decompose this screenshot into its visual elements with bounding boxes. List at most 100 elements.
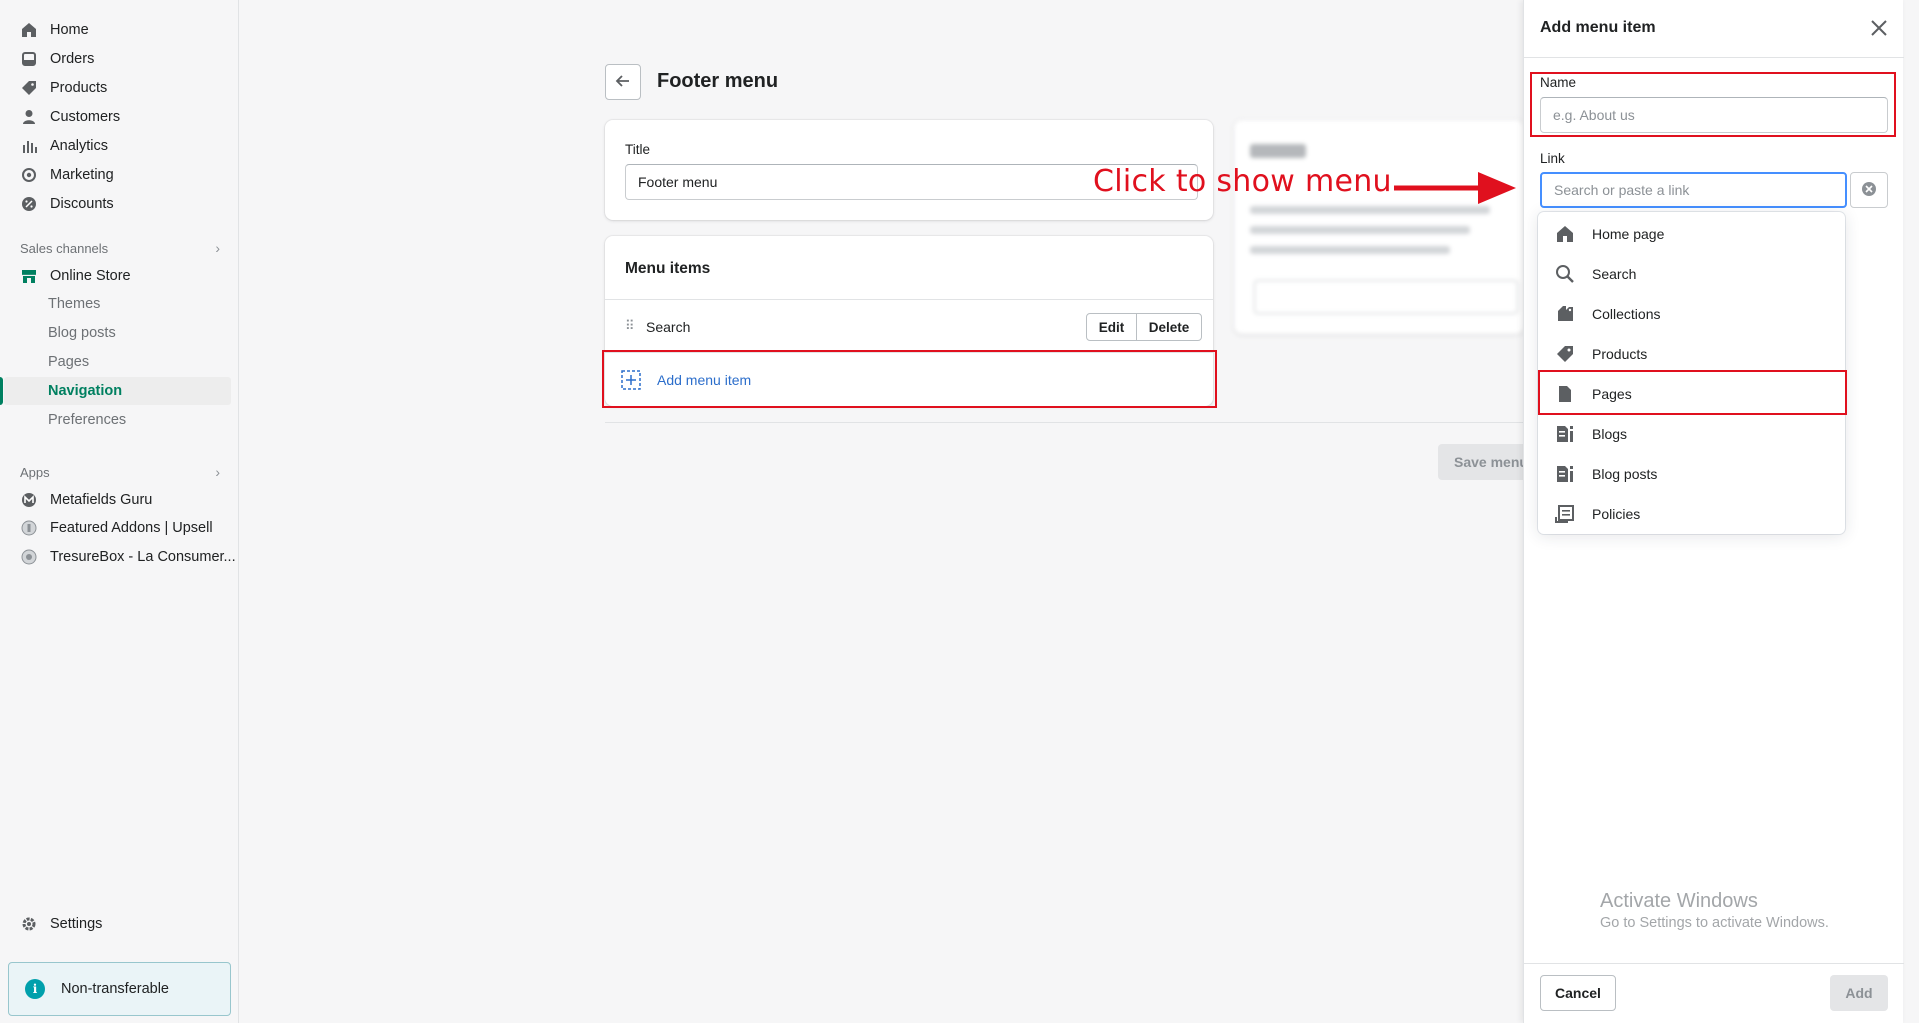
person-icon — [20, 108, 38, 126]
drawer-footer: Cancel Add — [1524, 963, 1904, 1023]
option-label: Home page — [1592, 226, 1665, 242]
blurred-heading — [1250, 144, 1306, 158]
cancel-button[interactable]: Cancel — [1540, 975, 1616, 1011]
chevron-right-icon: › — [215, 240, 220, 256]
edit-button[interactable]: Edit — [1086, 313, 1137, 341]
gear-icon — [20, 915, 38, 933]
sidebar-app-featured-addons[interactable]: Featured Addons | Upsell — [20, 516, 213, 540]
watermark-line1: Activate Windows — [1600, 890, 1758, 912]
delete-button[interactable]: Delete — [1136, 313, 1202, 341]
sidebar-item-label: Discounts — [50, 196, 114, 212]
annotation-text: Click to show menu — [1093, 164, 1392, 199]
menu-item-search: Search — [646, 319, 691, 335]
sidebar-subitem-blog-posts[interactable]: Blog posts — [48, 321, 116, 345]
bar-chart-icon — [20, 137, 38, 155]
sidebar-item-label: Online Store — [50, 268, 131, 284]
orders-icon — [20, 50, 38, 68]
active-nav-indicator — [0, 377, 3, 405]
non-transferable-banner[interactable]: i Non-transferable — [8, 962, 231, 1016]
option-label: Policies — [1592, 506, 1641, 522]
add-button[interactable]: Add — [1830, 975, 1888, 1011]
option-label: Blog posts — [1592, 466, 1658, 482]
tag-icon — [1554, 343, 1576, 365]
sidebar-item-label: Customers — [50, 109, 121, 125]
sidebar-subitem-navigation[interactable]: Navigation — [48, 379, 122, 403]
tresurebox-app-icon — [20, 548, 38, 566]
clear-link-button[interactable] — [1850, 172, 1888, 208]
handle-card-blurred — [1234, 120, 1524, 334]
link-label: Link — [1540, 151, 1565, 166]
policy-icon — [1554, 503, 1576, 525]
sidebar-item-label: Settings — [50, 916, 103, 932]
drawer-header: Add menu item — [1524, 0, 1904, 58]
option-label: Collections — [1592, 306, 1661, 322]
sidebar: Home Orders Products Customers Analytics… — [0, 0, 239, 1023]
sidebar-item-label: Analytics — [50, 138, 109, 154]
sidebar-item-analytics[interactable]: Analytics — [20, 134, 108, 158]
target-icon — [20, 166, 38, 184]
save-menu-button[interactable]: Save menu — [1438, 444, 1528, 480]
sidebar-item-label: Products — [50, 80, 108, 96]
option-label: Blogs — [1592, 426, 1628, 442]
option-products[interactable]: Products — [1538, 334, 1845, 374]
sidebar-item-label: Metafields Guru — [50, 492, 153, 508]
clear-circle-icon — [1861, 181, 1877, 200]
search-icon — [1554, 263, 1576, 285]
divider — [605, 299, 1213, 300]
option-collections[interactable]: Collections — [1538, 294, 1845, 334]
sidebar-item-marketing[interactable]: Marketing — [20, 163, 114, 187]
sidebar-app-metafields-guru[interactable]: Metafields Guru — [20, 488, 152, 512]
sidebar-app-tresurebox[interactable]: TresureBox - La Consumer... — [20, 545, 236, 569]
sales-channels-header[interactable]: Sales channels › — [20, 238, 220, 258]
chevron-right-icon: › — [215, 464, 220, 480]
blog-icon — [1554, 423, 1576, 445]
sidebar-item-online-store[interactable]: Online Store — [20, 264, 131, 288]
section-label: Sales channels — [20, 240, 109, 256]
home-icon — [20, 21, 38, 39]
store-icon — [20, 267, 38, 285]
sidebar-item-label: TresureBox - La Consumer... — [50, 549, 236, 565]
sidebar-item-label: Featured Addons | Upsell — [50, 520, 213, 536]
section-label: Apps — [20, 464, 50, 480]
sidebar-item-products[interactable]: Products — [20, 76, 107, 100]
close-button[interactable] — [1867, 16, 1891, 40]
drag-handle-icon[interactable]: ⠿ — [625, 318, 635, 334]
highlight-add-menu-item — [602, 350, 1217, 408]
sidebar-subitem-pages[interactable]: Pages — [48, 350, 89, 374]
watermark-line2: Go to Settings to activate Windows. — [1600, 915, 1829, 931]
sidebar-item-home[interactable]: Home — [20, 18, 89, 42]
annotation-arrow-icon — [1394, 172, 1516, 204]
blurred-line — [1250, 246, 1450, 254]
option-blog-posts[interactable]: Blog posts — [1538, 454, 1845, 494]
option-search[interactable]: Search — [1538, 254, 1845, 294]
sidebar-item-customers[interactable]: Customers — [20, 105, 120, 129]
page-divider — [605, 422, 1525, 423]
back-button[interactable] — [605, 64, 641, 100]
sidebar-item-settings[interactable]: Settings — [20, 912, 102, 936]
sidebar-item-label: Marketing — [50, 167, 114, 183]
option-label: Search — [1592, 266, 1637, 282]
option-blogs[interactable]: Blogs — [1538, 414, 1845, 454]
menu-items-heading: Menu items — [625, 260, 711, 277]
metafields-app-icon — [20, 491, 38, 509]
link-search-input[interactable]: Search or paste a link — [1540, 172, 1847, 208]
banner-text: Non-transferable — [61, 981, 169, 997]
sidebar-subitem-themes[interactable]: Themes — [48, 292, 100, 316]
windows-activation-watermark: Activate Windows Go to Settings to activ… — [1600, 890, 1829, 931]
arrow-left-icon — [615, 73, 631, 92]
close-icon — [1867, 20, 1891, 43]
blurred-line — [1250, 226, 1470, 234]
option-label: Products — [1592, 346, 1648, 362]
option-policies[interactable]: Policies — [1538, 494, 1845, 534]
option-home-page[interactable]: Home page — [1538, 214, 1845, 254]
info-icon: i — [25, 979, 45, 999]
discount-icon — [20, 195, 38, 213]
blurred-input — [1254, 280, 1518, 314]
featured-addons-app-icon — [20, 519, 38, 537]
sidebar-item-orders[interactable]: Orders — [20, 47, 94, 71]
sidebar-item-discounts[interactable]: Discounts — [20, 192, 114, 216]
highlight-name-field — [1530, 72, 1896, 137]
sidebar-subitem-preferences[interactable]: Preferences — [48, 408, 126, 432]
apps-header[interactable]: Apps › — [20, 462, 220, 482]
collections-icon — [1554, 303, 1576, 325]
